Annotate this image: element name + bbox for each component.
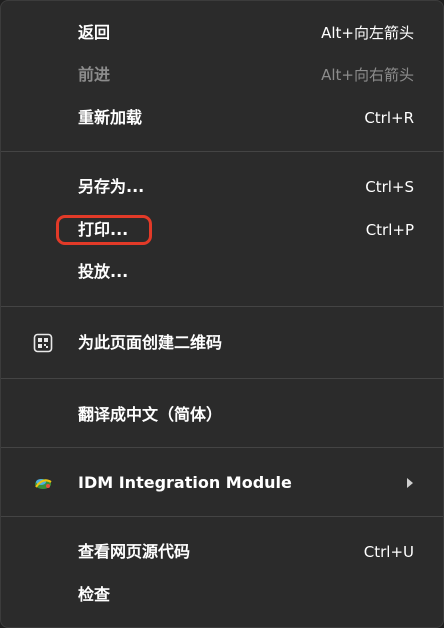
menu-item-print[interactable]: 打印... Ctrl+P (1, 210, 443, 250)
menu-item-cast[interactable]: 投放... (1, 252, 443, 292)
menu-separator (1, 151, 443, 152)
menu-item-translate[interactable]: 翻译成中文（简体） (1, 395, 443, 435)
qr-code-icon (33, 333, 53, 353)
menu-item-label: 为此页面创建二维码 (78, 333, 223, 352)
menu-item-label: 检查 (78, 585, 111, 604)
menu-item-shortcut: Alt+向左箭头 (321, 24, 414, 42)
submenu-arrow-icon (407, 478, 413, 488)
menu-item-forward: 前进 Alt+向右箭头 (1, 55, 443, 95)
menu-item-shortcut: Ctrl+U (363, 543, 414, 561)
context-menu: 返回 Alt+向左箭头 前进 Alt+向右箭头 重新加载 Ctrl+R 另存为.… (0, 0, 444, 628)
menu-separator (1, 516, 443, 517)
menu-item-save-as[interactable]: 另存为... Ctrl+S (1, 167, 443, 207)
menu-item-label: 投放... (78, 262, 129, 281)
menu-separator (1, 447, 443, 448)
idm-logo-icon (33, 473, 53, 493)
menu-item-inspect[interactable]: 检查 (1, 575, 443, 615)
menu-item-back[interactable]: 返回 Alt+向左箭头 (1, 13, 443, 53)
menu-item-label: 打印... (78, 220, 129, 239)
menu-item-idm-integration[interactable]: IDM Integration Module (1, 463, 443, 503)
menu-item-view-source[interactable]: 查看网页源代码 Ctrl+U (1, 532, 443, 572)
menu-item-label: 查看网页源代码 (78, 542, 191, 561)
menu-separator (1, 378, 443, 379)
menu-item-label: 前进 (78, 65, 111, 84)
menu-item-label: 重新加载 (78, 108, 143, 127)
menu-item-create-qr-code[interactable]: 为此页面创建二维码 (1, 323, 443, 363)
menu-item-label: IDM Integration Module (78, 473, 292, 492)
menu-item-reload[interactable]: 重新加载 Ctrl+R (1, 98, 443, 138)
menu-item-label: 返回 (78, 23, 111, 42)
menu-item-label: 翻译成中文（简体） (78, 405, 223, 424)
menu-item-shortcut: Ctrl+S (365, 178, 414, 196)
menu-item-label: 另存为... (78, 177, 145, 196)
menu-separator (1, 306, 443, 307)
menu-item-shortcut: Ctrl+R (364, 109, 414, 127)
menu-item-shortcut: Ctrl+P (365, 221, 414, 239)
menu-item-shortcut: Alt+向右箭头 (321, 66, 414, 84)
